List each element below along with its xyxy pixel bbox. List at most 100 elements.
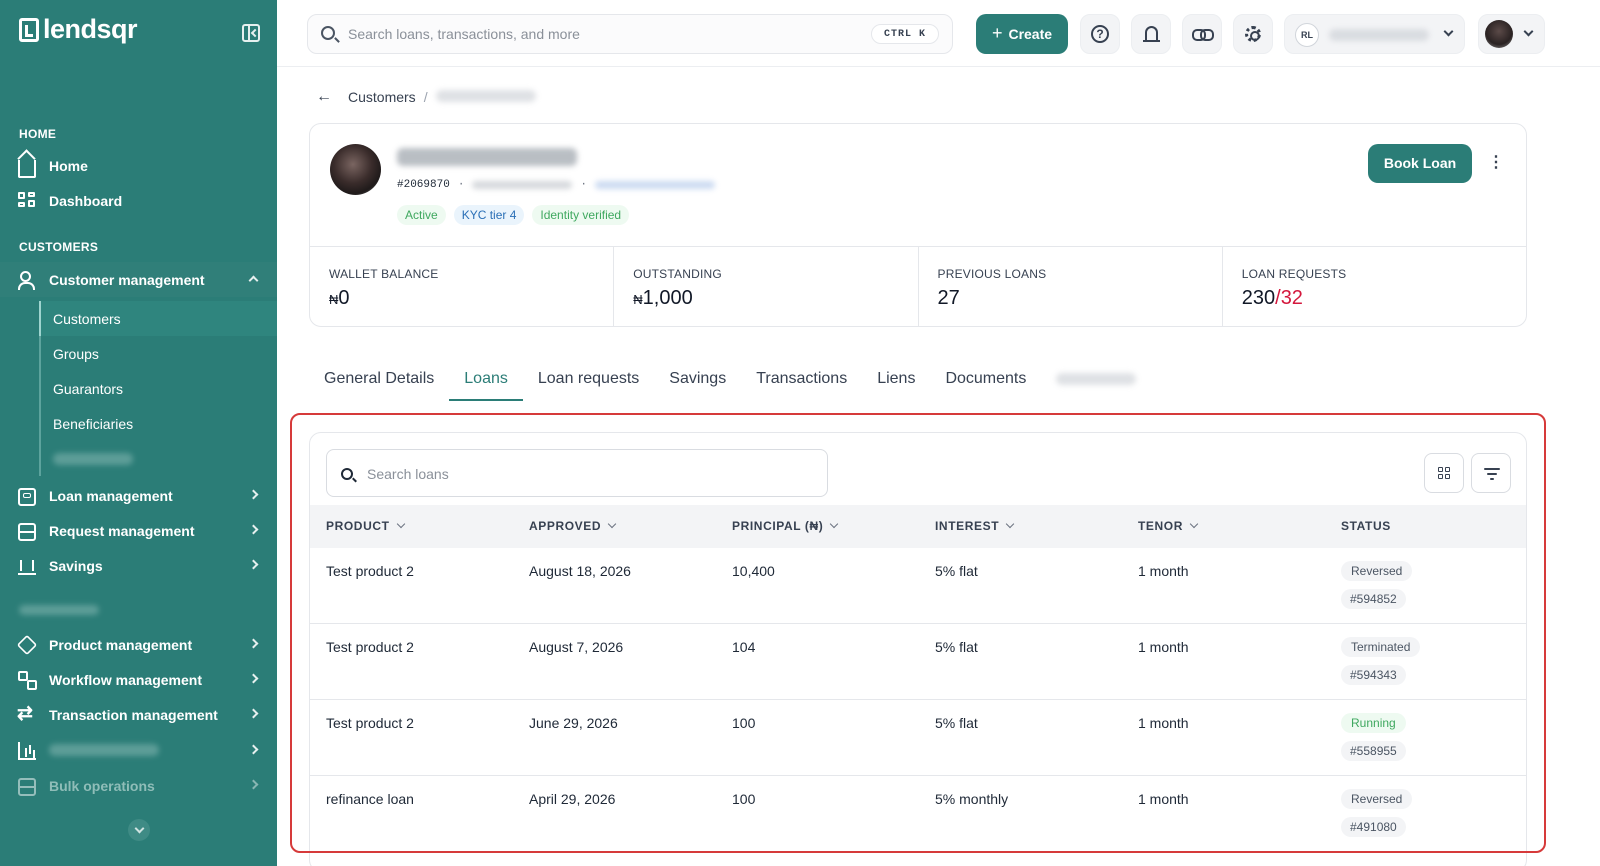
customer-meta: #2069870 · · — [397, 179, 716, 191]
status-badge: Active — [397, 205, 446, 225]
sidebar-item-request-management[interactable]: Request management — [0, 513, 277, 548]
global-search-input[interactable] — [348, 23, 828, 45]
tab-redacted[interactable] — [1041, 362, 1151, 401]
stat-label: LOAN REQUESTS — [1241, 267, 1347, 281]
swap-icon — [17, 702, 36, 725]
tab-liens[interactable]: Liens — [862, 362, 930, 401]
organization-select[interactable]: RL — [1284, 14, 1465, 54]
chart-icon — [18, 741, 36, 760]
logo-mark-icon — [19, 17, 39, 42]
customer-email-redacted — [595, 181, 716, 189]
stat-value: 27 — [937, 287, 960, 309]
brand-logo[interactable]: lendsqr — [19, 14, 138, 45]
section-title-redacted — [19, 604, 99, 618]
breadcrumb-current-redacted — [435, 89, 536, 105]
customer-submenu: Customers Groups Guarantors Beneficiarie… — [39, 301, 277, 476]
sidebar-item-label: Workflow management — [49, 671, 202, 688]
scroll-down-icon[interactable] — [128, 819, 150, 841]
stat-value: 230 — [1241, 287, 1276, 309]
back-arrow-icon[interactable]: ← — [316, 88, 332, 106]
chevron-right-icon — [248, 673, 259, 684]
create-button[interactable]: + Create — [976, 14, 1068, 54]
box-icon — [16, 634, 38, 655]
card-icon — [18, 488, 36, 506]
sidebar-item-workflow-management[interactable]: Workflow management — [0, 662, 277, 697]
customer-name-redacted — [397, 144, 587, 170]
stat-outstanding: OUTSTANDING ₦1,000 — [614, 247, 919, 326]
tab-general-details[interactable]: General Details — [309, 362, 449, 401]
tab-documents[interactable]: Documents — [930, 362, 1041, 401]
sidebar-item-transaction-management[interactable]: Transaction management — [0, 697, 277, 732]
stat-secondary-value: 32 — [1280, 287, 1303, 309]
link-button[interactable] — [1182, 14, 1222, 54]
settings-button[interactable] — [1233, 14, 1273, 54]
chevron-up-icon — [248, 275, 259, 286]
currency-symbol: ₦ — [329, 292, 339, 307]
tab-loans[interactable]: Loans — [449, 362, 523, 401]
sidebar-item-label: Transaction management — [49, 706, 218, 723]
sidebar-subitem-customers[interactable]: Customers — [39, 301, 277, 336]
sidebar-item-redacted[interactable] — [0, 733, 277, 768]
stat-value: 0 — [338, 287, 350, 309]
plus-icon: + — [991, 22, 1003, 43]
chevron-down-icon — [1443, 26, 1454, 37]
sidebar-item-loan-management[interactable]: Loan management — [0, 478, 277, 513]
chevron-right-icon — [248, 779, 259, 790]
sidebar-item-label: Loan management — [49, 487, 173, 504]
stat-label: WALLET BALANCE — [329, 267, 439, 281]
global-search[interactable]: CTRL K — [307, 14, 953, 54]
search-icon — [321, 26, 335, 40]
sidebar-item-label: Home — [49, 157, 88, 174]
sidebar-item-bulk-operations[interactable]: Bulk operations — [0, 768, 277, 803]
stat-loan-requests: LOAN REQUESTS 230/32 — [1223, 247, 1526, 326]
chevron-right-icon — [248, 708, 259, 719]
breadcrumb-separator: / — [423, 89, 428, 105]
customer-tags: Active KYC tier 4 Identity verified — [397, 205, 630, 225]
user-menu[interactable] — [1478, 14, 1545, 54]
tab-transactions[interactable]: Transactions — [741, 362, 862, 401]
link-icon — [1192, 29, 1214, 41]
bell-icon — [1142, 26, 1160, 42]
sidebar-subitem-redacted[interactable] — [41, 441, 277, 476]
sidebar-subitem-groups[interactable]: Groups — [41, 336, 277, 371]
avatar — [1485, 20, 1513, 48]
tab-loan-requests[interactable]: Loan requests — [523, 362, 654, 401]
sidebar-item-product-management[interactable]: Product management — [0, 627, 277, 662]
breadcrumb-customers[interactable]: Customers — [348, 89, 416, 105]
notifications-button[interactable] — [1131, 14, 1171, 54]
help-icon: ? — [1091, 25, 1109, 43]
org-avatar: RL — [1295, 23, 1319, 47]
section-title-home: HOME — [19, 127, 57, 141]
stat-label: PREVIOUS LOANS — [937, 267, 1047, 281]
bank-icon — [18, 557, 36, 575]
topbar: CTRL K + Create ? RL — [277, 0, 1600, 67]
sidebar-item-label: Customer management — [49, 271, 205, 288]
home-icon — [18, 160, 36, 178]
chevron-down-icon — [1523, 26, 1534, 37]
currency-symbol: ₦ — [633, 292, 643, 307]
sidebar-item-label: Savings — [49, 557, 103, 574]
sidebar-subitem-guarantors[interactable]: Guarantors — [41, 371, 277, 406]
chevron-right-icon — [248, 744, 259, 755]
sidebar-subitem-beneficiaries[interactable]: Beneficiaries — [41, 406, 277, 441]
collapse-sidebar-icon[interactable] — [242, 24, 260, 42]
dashboard-icon — [18, 191, 36, 210]
stat-wallet-balance: WALLET BALANCE ₦0 — [310, 247, 615, 326]
sidebar-item-savings[interactable]: Savings — [0, 548, 277, 583]
help-button[interactable]: ? — [1080, 14, 1120, 54]
customer-profile-card: #2069870 · · Active KYC tier 4 Identity … — [309, 123, 1527, 327]
stat-label: OUTSTANDING — [633, 267, 722, 281]
chevron-right-icon — [248, 524, 259, 535]
stat-value: 1,000 — [642, 287, 693, 309]
sidebar-item-dashboard[interactable]: Dashboard — [0, 183, 277, 218]
keyboard-shortcut: CTRL K — [870, 24, 939, 44]
customer-stats: WALLET BALANCE ₦0 OUTSTANDING ₦1,000 PRE… — [310, 246, 1526, 326]
more-options-icon[interactable]: ⋮ — [1488, 153, 1504, 173]
sidebar-item-customer-management[interactable]: Customer management — [0, 262, 277, 297]
tab-savings[interactable]: Savings — [654, 362, 741, 401]
book-loan-button[interactable]: Book Loan — [1368, 144, 1472, 183]
sidebar-item-home[interactable]: Home — [0, 148, 277, 183]
workflow-icon — [18, 670, 37, 690]
customer-tabs: General Details Loans Loan requests Savi… — [309, 362, 1151, 402]
stat-previous-loans: PREVIOUS LOANS 27 — [919, 247, 1223, 326]
